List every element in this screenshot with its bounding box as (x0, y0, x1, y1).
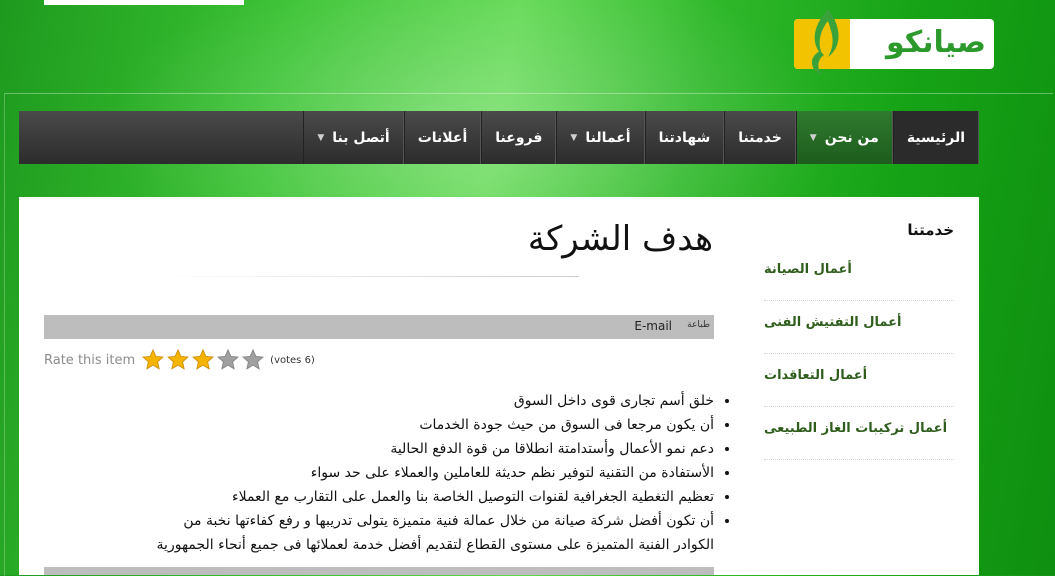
print-link[interactable]: طباعة (687, 320, 710, 330)
nav-item-services[interactable]: خدمتنا (724, 111, 796, 164)
goal-item: الأستفادة من التقنية لتوفير نظم حديثة لل… (139, 461, 714, 485)
star-icon[interactable] (241, 348, 265, 372)
nav-item-certificates[interactable]: شهادتنا (644, 111, 725, 164)
nav-item-label: الرئيسية (906, 129, 965, 146)
nav-item-label: أتصل بنا (332, 129, 390, 146)
sidebar-item-gas-installations[interactable]: أعمال تركيبات الغاز الطبيعى (764, 407, 954, 460)
flame-leaf-icon (811, 9, 839, 75)
goal-item: أن تكون أفضل شركة صيانة من خلال عمالة فن… (139, 509, 714, 557)
goal-item: تعظيم التغطية الجغرافية لقنوات التوصيل ا… (139, 485, 714, 509)
nav-item-label: أعمالنا (585, 129, 631, 146)
votes-count: (votes 6) (270, 354, 315, 366)
star-icon[interactable] (166, 348, 190, 372)
page-title: هدف الشركة (527, 219, 713, 259)
goal-item: أن يكون مرجعا فى السوق من حيث جودة الخدم… (139, 413, 714, 437)
nav-item-label: خدمتنا (738, 129, 782, 146)
article-toolbar: طباعة E-mail (44, 315, 714, 339)
sidebar-title: خدمتنا (907, 221, 954, 239)
star-icon[interactable] (141, 348, 165, 372)
nav-item-ads[interactable]: أعلانات (403, 111, 482, 164)
site-logo[interactable]: صيانكو (794, 9, 994, 75)
sidebar-item-inspection[interactable]: أعمال التفتيش الفنى (764, 301, 954, 354)
star-icon[interactable] (216, 348, 240, 372)
nav-item-label: فروعنا (495, 129, 543, 146)
star-icon[interactable] (191, 348, 215, 372)
company-goals-list: خلق أسم تجارى قوى داخل السوقأن يكون مرجع… (139, 389, 732, 557)
rating-label: Rate this item (44, 352, 136, 368)
nav-item-label: أعلانات (417, 129, 468, 146)
sidebar-item-maintenance[interactable]: أعمال الصيانة (764, 248, 954, 301)
title-divider (159, 276, 579, 277)
nav-item-contact[interactable]: أتصل بنا ▼ (303, 111, 404, 164)
content-panel: خدمتنا أعمال الصيانة أعمال التفتيش الفنى أ… (19, 197, 979, 575)
email-link[interactable]: E-mail (634, 319, 672, 333)
top-white-strip (44, 0, 244, 5)
logo-text: صيانكو (885, 25, 986, 60)
chevron-down-icon: ▼ (317, 132, 325, 143)
nav-item-branches[interactable]: فروعنا (481, 111, 557, 164)
chevron-down-icon: ▼ (570, 132, 578, 143)
sidebar-item-contracts[interactable]: أعمال التعاقدات (764, 354, 954, 407)
nav-item-label: من نحن (824, 129, 879, 146)
goal-item: خلق أسم تجارى قوى داخل السوق (139, 389, 714, 413)
nav-item-label: شهادتنا (658, 129, 711, 146)
goal-item: دعم نمو الأعمال وأستدامتة انطلاقا من قوة… (139, 437, 714, 461)
sidebar-services-list: أعمال الصيانة أعمال التفتيش الفنى أعمال ال… (764, 248, 954, 460)
rating-widget: Rate this item (votes 6) (44, 348, 315, 372)
chevron-down-icon: ▼ (809, 132, 817, 143)
nav-items: الرئيسية من نحن ▼ خدمتنا شهادتنا أعمالنا ▼ فروع… (303, 111, 979, 164)
nav-item-home[interactable]: الرئيسية (892, 111, 979, 164)
nav-item-works[interactable]: أعمالنا ▼ (556, 111, 645, 164)
rating-stars (141, 348, 266, 372)
main-navigation: الرئيسية من نحن ▼ خدمتنا شهادتنا أعمالنا ▼ فروع… (19, 111, 979, 164)
article-bottom-bar (44, 567, 714, 575)
nav-item-about[interactable]: من نحن ▼ (795, 111, 893, 164)
